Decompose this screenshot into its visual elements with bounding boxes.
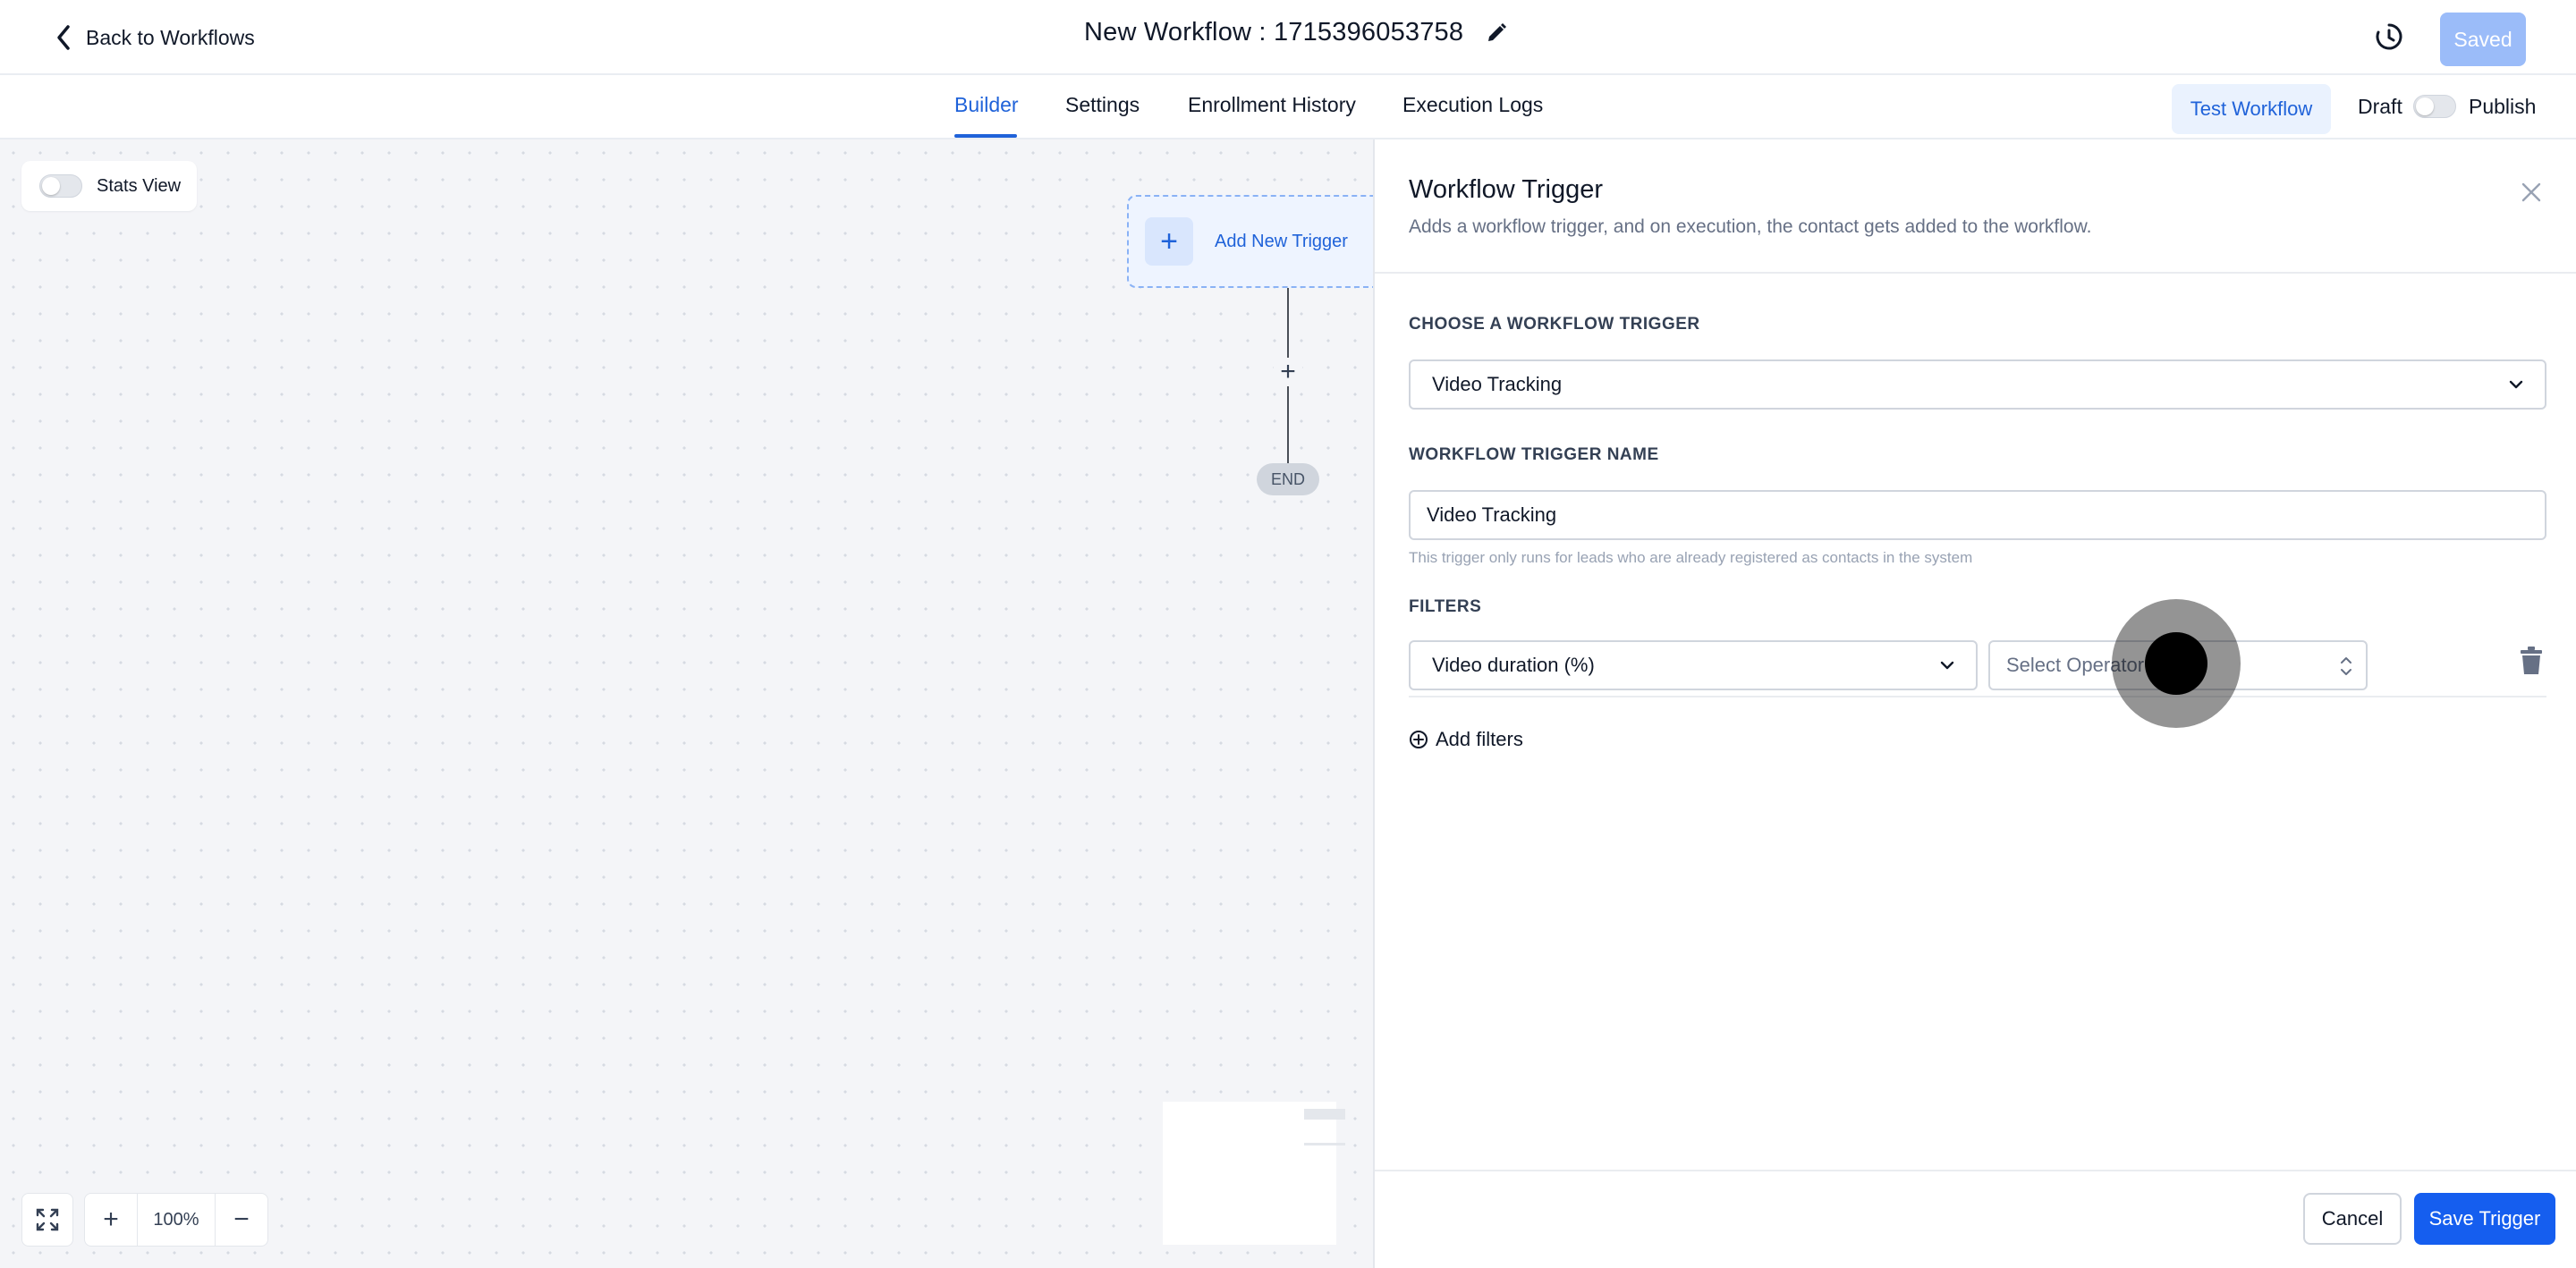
back-label: Back to Workflows [86,25,255,49]
workflow-canvas[interactable]: Stats View + Add New Trigger + END + 100… [0,139,1373,1268]
top-header: Back to Workflows New Workflow : 1715396… [0,0,2576,75]
draft-label: Draft [2358,95,2402,118]
tabs-bar: Builder Settings Enrollment History Exec… [0,75,2576,139]
back-to-workflows-link[interactable]: Back to Workflows [54,23,255,52]
zoom-out-button[interactable]: − [216,1194,267,1246]
chevron-down-icon [1940,661,1954,670]
publish-toggle[interactable] [2413,95,2456,118]
add-step-plus-icon[interactable]: + [1274,357,1302,386]
toggle-knob [42,177,60,195]
panel-description: Adds a workflow trigger, and on executio… [1409,216,2092,237]
plus-icon: + [1145,217,1193,266]
trash-icon[interactable] [2518,646,2545,676]
choose-trigger-label: CHOOSE A WORKFLOW TRIGGER [1409,315,1700,334]
add-filters-label: Add filters [1436,728,1523,750]
selected-trigger-value: Video Tracking [1432,373,1563,395]
chevron-left-icon [57,25,70,50]
pencil-icon[interactable] [1485,21,1508,45]
history-icon[interactable] [2374,21,2404,52]
panel-divider [1375,272,2576,274]
trigger-name-label: WORKFLOW TRIGGER NAME [1409,445,1659,464]
active-tab-indicator [954,134,1017,138]
saved-button[interactable]: Saved [2440,13,2526,66]
plus-circle-icon [1410,731,1428,748]
panel-title: Workflow Trigger [1409,175,1604,204]
filters-label: FILTERS [1409,597,1482,616]
end-node: END [1257,463,1319,495]
add-trigger-label: Add New Trigger [1215,231,1348,251]
stats-view-toggle[interactable] [39,174,82,198]
toggle-knob [2416,97,2434,115]
zoom-level: 100% [137,1194,216,1246]
stats-view-control: Stats View [21,161,197,211]
workflow-trigger-panel: Workflow Trigger Adds a workflow trigger… [1373,139,2576,1268]
zoom-controls: + 100% − [84,1193,268,1247]
expand-icon [36,1208,59,1231]
connector-line [1287,386,1289,463]
tab-execution-logs[interactable]: Execution Logs [1402,93,1543,117]
sort-arrows-icon [2341,657,2351,675]
stats-view-label: Stats View [97,175,182,196]
operator-select[interactable]: Select Operator [1988,640,2368,690]
workflow-title-group: New Workflow : 1715396053758 [1084,18,1508,47]
tab-builder[interactable]: Builder [954,93,1019,117]
chevron-down-icon [2509,380,2523,389]
footer-divider [1375,1170,2576,1171]
filter-field-value: Video duration (%) [1432,654,1595,676]
close-icon[interactable] [2518,179,2545,206]
test-workflow-button[interactable]: Test Workflow [2172,84,2331,134]
connector-line [1287,288,1289,358]
publish-label: Publish [2469,95,2537,118]
operator-placeholder: Select Operator [2006,654,2145,676]
add-new-trigger-node[interactable]: + Add New Trigger [1127,195,1373,288]
canvas-minimap[interactable] [1163,1102,1345,1245]
tab-enrollment-history[interactable]: Enrollment History [1188,93,1356,117]
filter-row: FILTERS Video duration (%) Select Operat… [1409,590,2546,697]
save-trigger-button[interactable]: Save Trigger [2414,1193,2555,1245]
tab-settings[interactable]: Settings [1065,93,1140,117]
zoom-in-button[interactable]: + [85,1194,137,1246]
workflow-title: New Workflow : 1715396053758 [1084,18,1464,46]
minimap-node [1304,1143,1345,1145]
trigger-type-select[interactable]: Video Tracking [1409,359,2546,410]
trigger-name-input[interactable] [1409,490,2546,540]
cancel-button[interactable]: Cancel [2303,1193,2402,1245]
add-filters-button[interactable]: Add filters [1409,728,1523,751]
fit-view-button[interactable] [21,1193,73,1247]
minimap-node [1304,1109,1345,1120]
filter-field-select[interactable]: Video duration (%) [1409,640,1978,690]
trigger-hint: This trigger only runs for leads who are… [1409,549,1973,566]
